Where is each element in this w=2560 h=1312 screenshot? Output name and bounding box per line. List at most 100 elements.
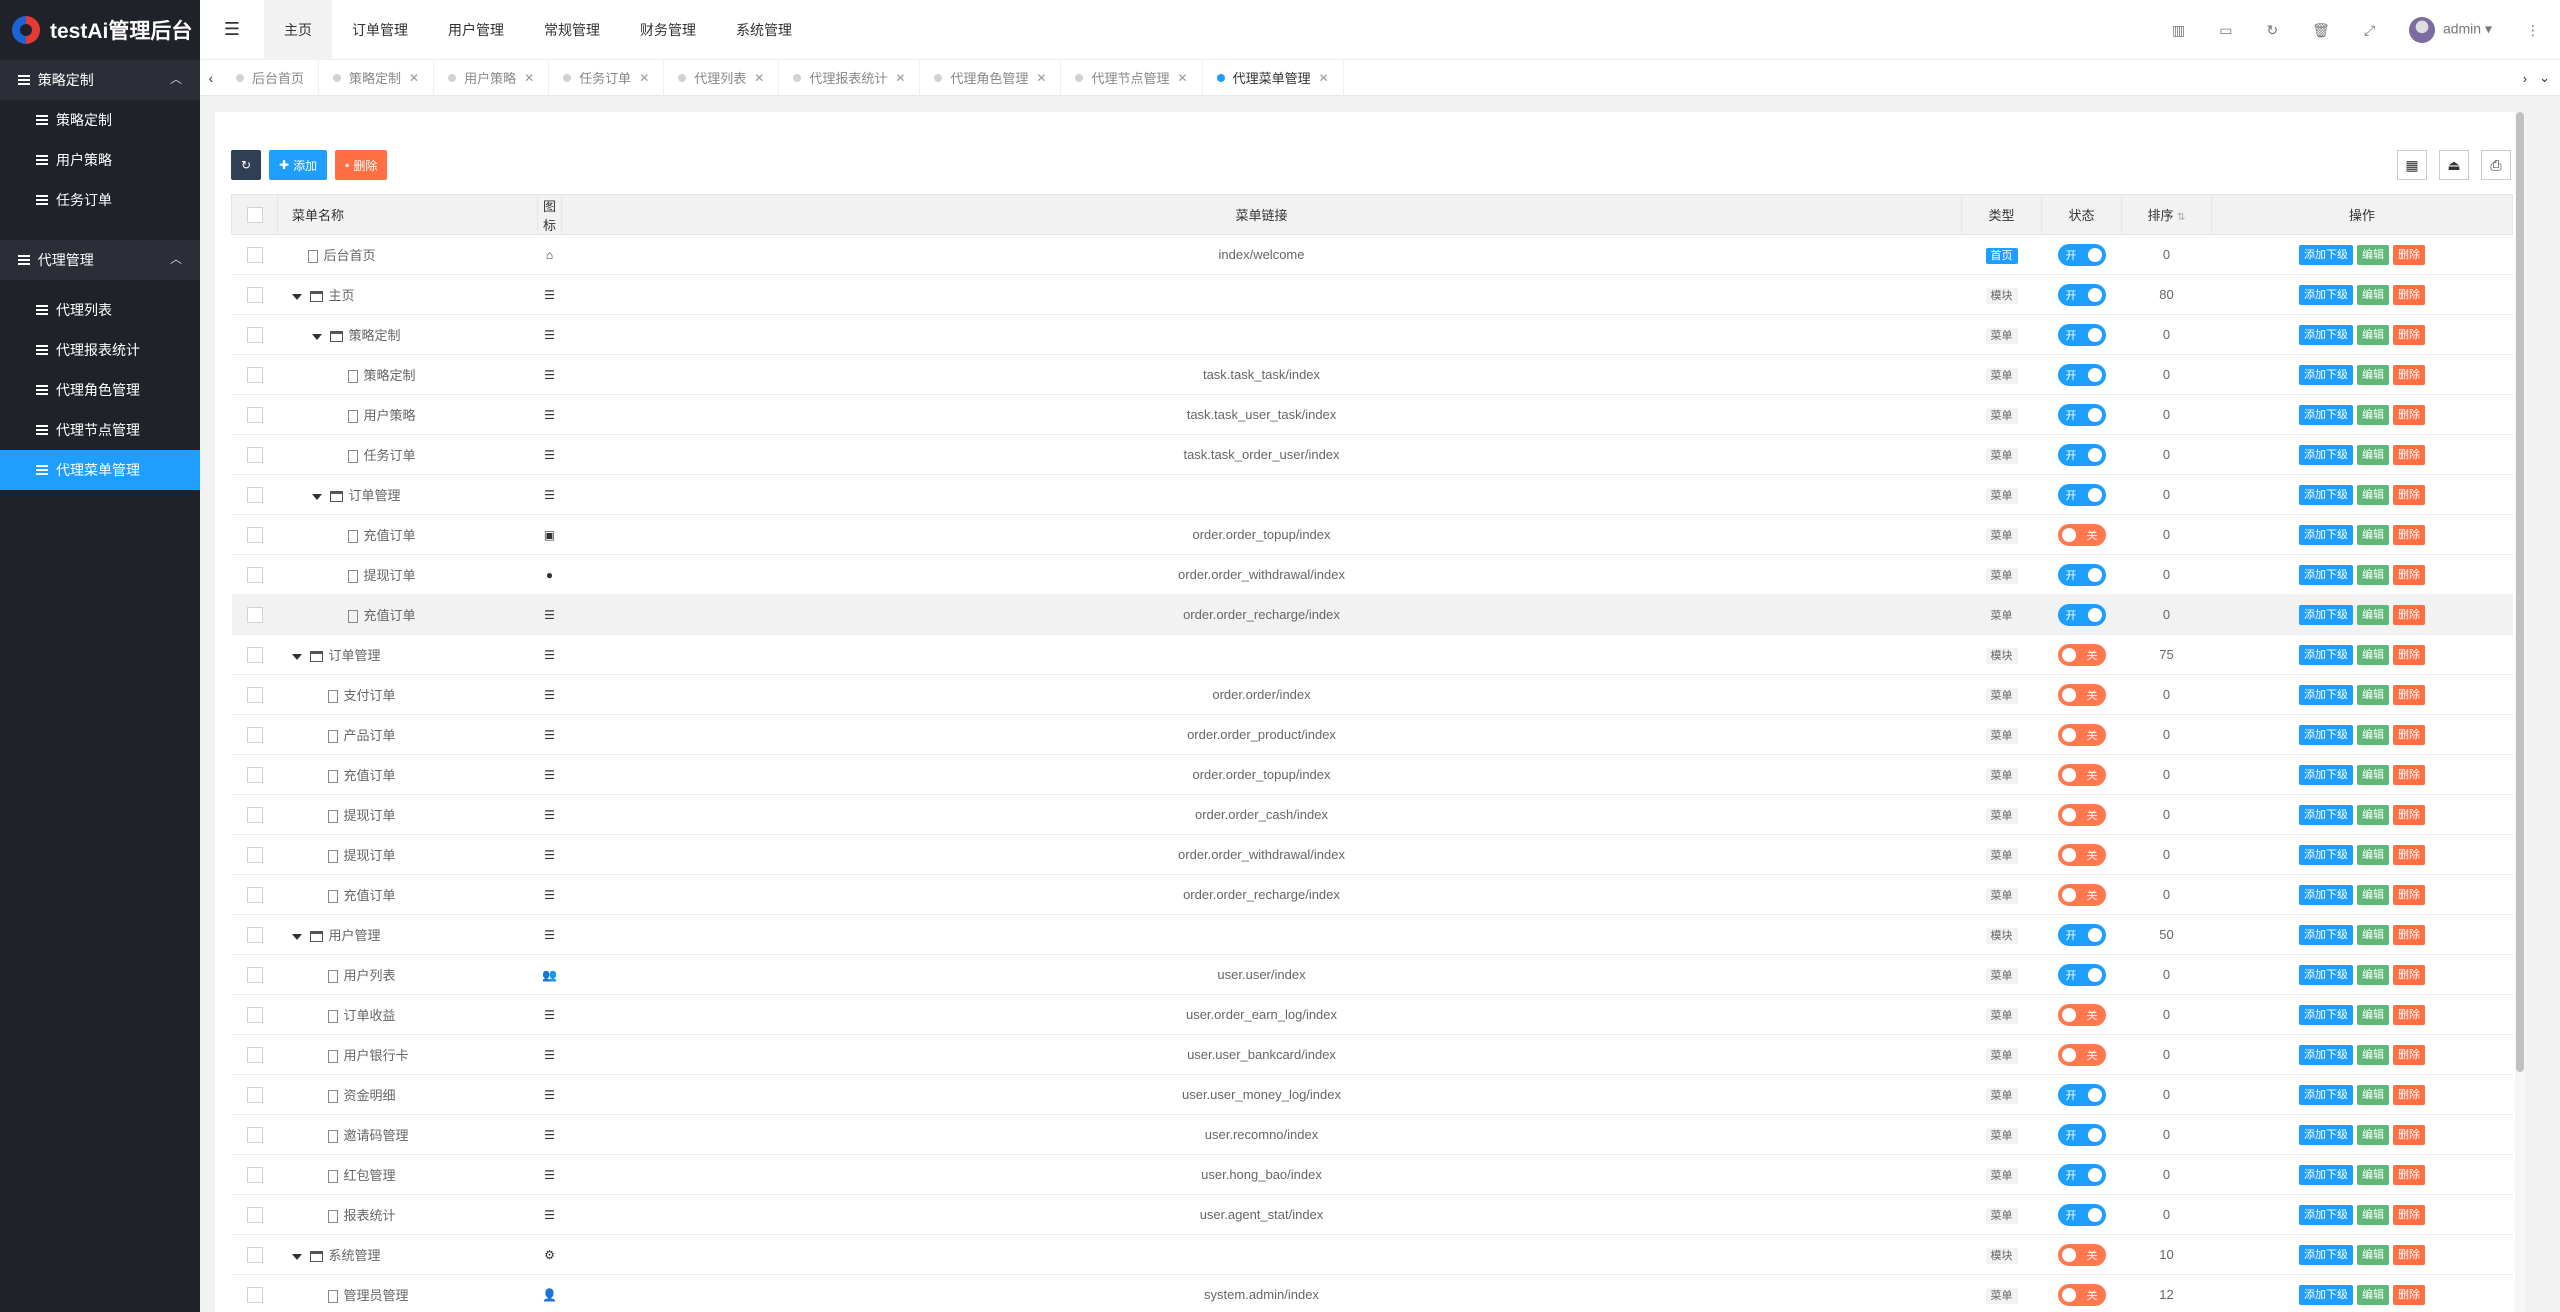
add-child-button[interactable]: 添加下级 — [2299, 444, 2353, 465]
sidebar-item-agent-menu[interactable]: 代理菜单管理 — [0, 450, 200, 490]
scrollbar[interactable] — [2515, 112, 2525, 1312]
delete-row-button[interactable]: 删除 — [2393, 1244, 2425, 1265]
edit-button[interactable]: 编辑 — [2357, 564, 2389, 585]
tab-agent-menu[interactable]: 代理菜单管理 ✕ — [1203, 59, 1344, 96]
delete-row-button[interactable]: 删除 — [2393, 644, 2425, 665]
close-icon[interactable]: ✕ — [1319, 71, 1329, 85]
delete-row-button[interactable]: 删除 — [2393, 884, 2425, 905]
row-checkbox[interactable] — [246, 366, 263, 383]
edit-button[interactable]: 编辑 — [2357, 1204, 2389, 1225]
status-switch[interactable]: 开 — [2057, 603, 2106, 626]
delete-row-button[interactable]: 删除 — [2393, 1084, 2425, 1105]
row-checkbox[interactable] — [246, 606, 263, 623]
delete-row-button[interactable]: 删除 — [2393, 244, 2425, 265]
add-child-button[interactable]: 添加下级 — [2299, 1084, 2353, 1105]
edit-button[interactable]: 编辑 — [2357, 1044, 2389, 1065]
scrollbar-thumb[interactable] — [2516, 112, 2524, 1072]
add-child-button[interactable]: 添加下级 — [2299, 1124, 2353, 1145]
delete-row-button[interactable]: 删除 — [2393, 964, 2425, 985]
delete-row-button[interactable]: 删除 — [2393, 444, 2425, 465]
status-switch[interactable]: 关 — [2057, 803, 2106, 826]
status-switch[interactable]: 关 — [2057, 723, 2106, 746]
status-switch[interactable]: 开 — [2057, 1163, 2106, 1186]
edit-button[interactable]: 编辑 — [2357, 1244, 2389, 1265]
tab-agent-report[interactable]: 代理报表统计 ✕ — [779, 59, 921, 96]
add-child-button[interactable]: 添加下级 — [2299, 884, 2353, 905]
row-checkbox[interactable] — [246, 766, 263, 783]
columns-icon[interactable]: ▦ — [2397, 150, 2427, 180]
add-child-button[interactable]: 添加下级 — [2299, 484, 2353, 505]
sidebar-toggle-icon[interactable]: ☰ — [200, 0, 264, 60]
status-switch[interactable]: 开 — [2057, 323, 2106, 346]
sidebar-item-agent-role[interactable]: 代理角色管理 — [0, 370, 200, 410]
status-switch[interactable]: 开 — [2057, 563, 2106, 586]
row-checkbox[interactable] — [246, 526, 263, 543]
close-icon[interactable]: ✕ — [524, 71, 534, 85]
edit-button[interactable]: 编辑 — [2357, 284, 2389, 305]
expand-icon[interactable] — [311, 493, 322, 500]
sidebar-item-user-strategy[interactable]: 用户策略 — [0, 140, 200, 180]
tab-home[interactable]: 后台首页 — [222, 59, 320, 96]
delete-row-button[interactable]: 删除 — [2393, 564, 2425, 585]
row-checkbox[interactable] — [246, 566, 263, 583]
tab-task-order[interactable]: 任务订单 ✕ — [549, 59, 665, 96]
status-switch[interactable]: 开 — [2057, 363, 2106, 386]
tab-agent-list[interactable]: 代理列表 ✕ — [664, 59, 780, 96]
row-checkbox[interactable] — [246, 1286, 263, 1303]
delete-row-button[interactable]: 删除 — [2393, 764, 2425, 785]
status-switch[interactable]: 关 — [2057, 1243, 2106, 1266]
row-checkbox[interactable] — [246, 726, 263, 743]
row-checkbox[interactable] — [246, 1086, 263, 1103]
add-child-button[interactable]: 添加下级 — [2299, 324, 2353, 345]
edit-button[interactable]: 编辑 — [2357, 484, 2389, 505]
sidebar-item-agent-report[interactable]: 代理报表统计 — [0, 330, 200, 370]
edit-button[interactable]: 编辑 — [2357, 444, 2389, 465]
add-child-button[interactable]: 添加下级 — [2299, 764, 2353, 785]
row-checkbox[interactable] — [246, 686, 263, 703]
delete-row-button[interactable]: 删除 — [2393, 484, 2425, 505]
header-sort[interactable]: 排序 ⇅ — [2121, 194, 2212, 235]
edit-button[interactable]: 编辑 — [2357, 1124, 2389, 1145]
status-switch[interactable]: 开 — [2057, 283, 2106, 306]
add-child-button[interactable]: 添加下级 — [2299, 1284, 2353, 1305]
status-switch[interactable]: 关 — [2057, 523, 2106, 546]
row-checkbox[interactable] — [246, 486, 263, 503]
status-switch[interactable]: 关 — [2057, 643, 2106, 666]
add-child-button[interactable]: 添加下级 — [2299, 364, 2353, 385]
delete-row-button[interactable]: 删除 — [2393, 1204, 2425, 1225]
delete-row-button[interactable]: 删除 — [2393, 404, 2425, 425]
row-checkbox[interactable] — [246, 966, 263, 983]
sidebar-item-task-order[interactable]: 任务订单 — [0, 180, 200, 220]
more-icon[interactable]: ⋮ — [2526, 22, 2540, 39]
edit-button[interactable]: 编辑 — [2357, 324, 2389, 345]
edit-button[interactable]: 编辑 — [2357, 844, 2389, 865]
select-all-checkbox[interactable] — [246, 206, 263, 223]
status-switch[interactable]: 关 — [2057, 883, 2106, 906]
row-checkbox[interactable] — [246, 1166, 263, 1183]
delete-button[interactable]: ▪ 删除 — [335, 150, 388, 180]
delete-row-button[interactable]: 删除 — [2393, 724, 2425, 745]
sidebar-group-strategy[interactable]: 策略定制 ︿ — [0, 60, 200, 100]
tab-prev-icon[interactable]: ‹ — [200, 70, 222, 86]
sidebar-item-agent-list[interactable]: 代理列表 — [0, 290, 200, 330]
edit-button[interactable]: 编辑 — [2357, 724, 2389, 745]
refresh-icon[interactable]: ↻ — [2266, 22, 2278, 39]
expand-icon[interactable] — [291, 293, 302, 300]
delete-row-button[interactable]: 删除 — [2393, 924, 2425, 945]
add-child-button[interactable]: 添加下级 — [2299, 244, 2353, 265]
row-checkbox[interactable] — [246, 1046, 263, 1063]
app-logo[interactable]: testAi管理后台 — [0, 0, 200, 60]
row-checkbox[interactable] — [246, 326, 263, 343]
add-child-button[interactable]: 添加下级 — [2299, 404, 2353, 425]
status-switch[interactable]: 关 — [2057, 1043, 2106, 1066]
edit-button[interactable]: 编辑 — [2357, 804, 2389, 825]
status-switch[interactable]: 关 — [2057, 683, 2106, 706]
status-switch[interactable]: 开 — [2057, 403, 2106, 426]
close-icon[interactable]: ✕ — [1036, 71, 1046, 85]
edit-button[interactable]: 编辑 — [2357, 1164, 2389, 1185]
status-switch[interactable]: 关 — [2057, 1003, 2106, 1026]
export-icon[interactable]: ⏏ — [2439, 150, 2469, 180]
edit-button[interactable]: 编辑 — [2357, 604, 2389, 625]
add-child-button[interactable]: 添加下级 — [2299, 724, 2353, 745]
add-child-button[interactable]: 添加下级 — [2299, 604, 2353, 625]
